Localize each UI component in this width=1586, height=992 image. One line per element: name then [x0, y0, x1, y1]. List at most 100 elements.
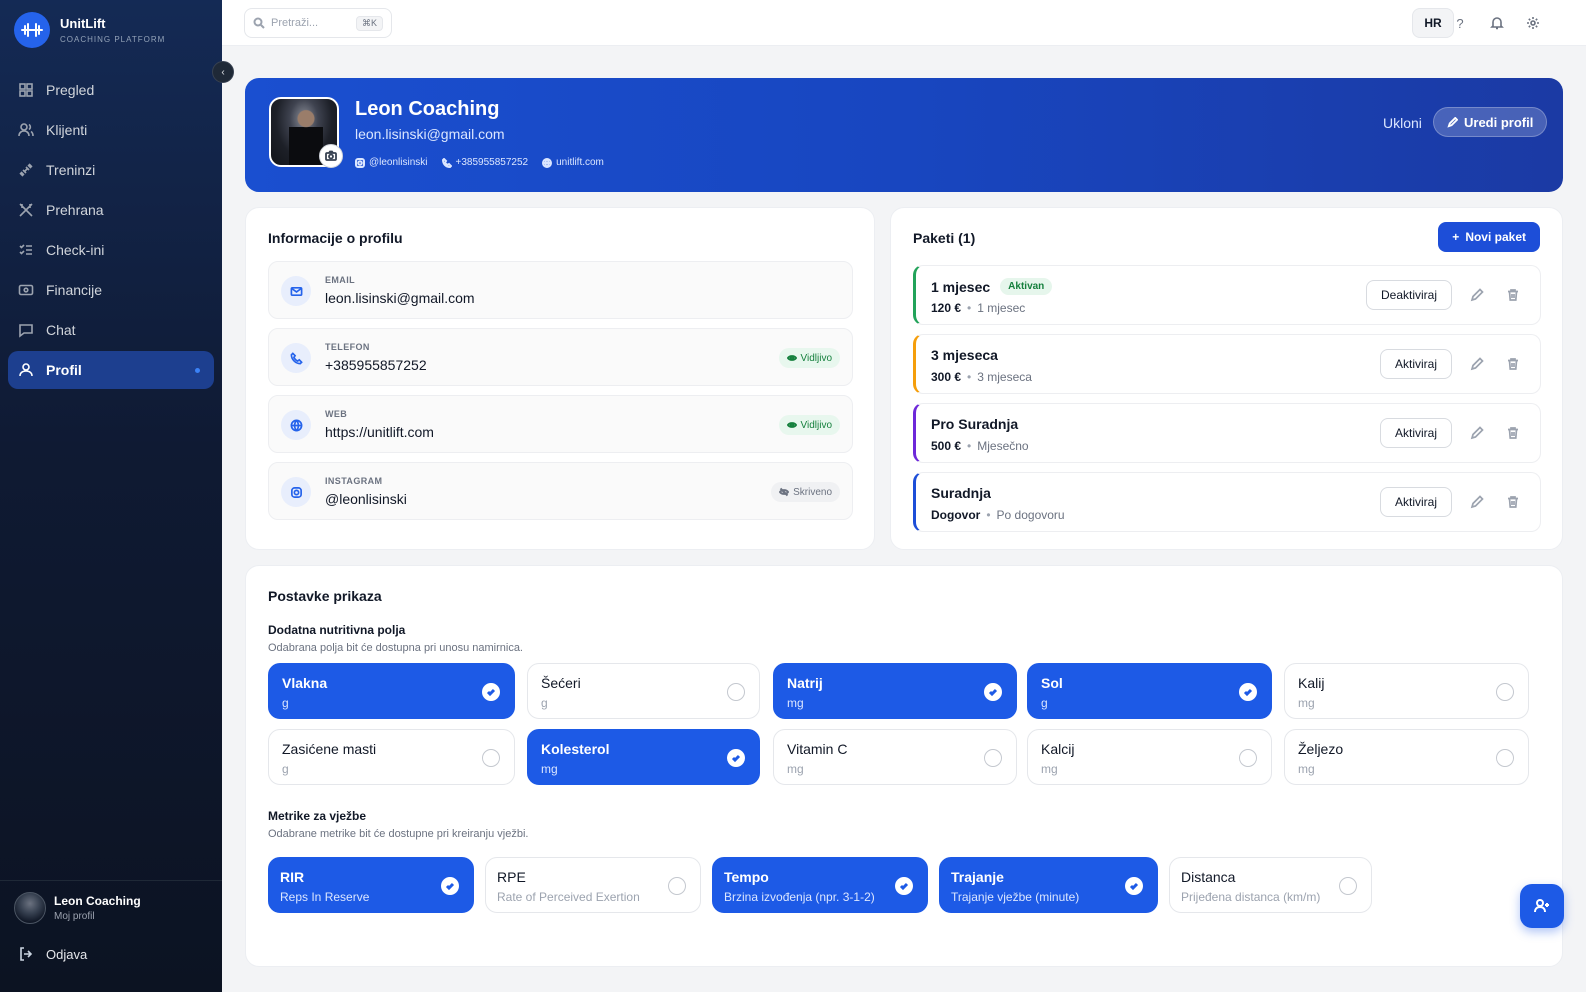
edit-package-button[interactable] — [1470, 495, 1484, 509]
nutrition-option-sol[interactable]: Sol g — [1027, 663, 1272, 719]
info-row-instagram[interactable]: INSTAGRAM @leonlisinski Skriveno — [268, 462, 853, 520]
metric-option-rpe[interactable]: RPE Rate of Perceived Exertion — [485, 857, 701, 913]
pencil-icon — [1470, 495, 1484, 509]
metric-option-distanca[interactable]: Distanca Prijeđena distanca (km/m) — [1169, 857, 1372, 913]
language-button[interactable]: HR — [1412, 8, 1454, 38]
metric-option-rir[interactable]: RIR Reps In Reserve — [268, 857, 474, 913]
nutrition-option-vitamin-c[interactable]: Vitamin C mg — [773, 729, 1017, 785]
separator-dot: • — [967, 301, 972, 315]
edit-package-button[interactable] — [1470, 426, 1484, 440]
checkbox[interactable] — [1239, 683, 1257, 701]
checkbox[interactable] — [441, 877, 459, 895]
activate-button[interactable]: Aktiviraj — [1379, 349, 1452, 379]
nutrition-option-kolesterol[interactable]: Kolesterol mg — [527, 729, 760, 785]
topbar: Pretraži... ⌘K HR ? — [222, 0, 1586, 46]
activate-button[interactable]: Aktiviraj — [1379, 487, 1452, 517]
delete-package-button[interactable] — [1506, 288, 1520, 302]
nutrition-option-kalcij[interactable]: Kalcij mg — [1027, 729, 1272, 785]
option-unit: Rate of Perceived Exertion — [497, 890, 640, 904]
package-price: 120 € — [931, 301, 962, 315]
deactivate-button[interactable]: Deaktiviraj — [1365, 280, 1452, 310]
option-unit: Prijeđena distanca (km/m) — [1181, 890, 1321, 904]
info-row-email[interactable]: EMAIL leon.lisinski@gmail.com — [268, 261, 853, 319]
visibility-toggle[interactable]: Vidljivo — [778, 348, 840, 368]
checkbox[interactable] — [1496, 683, 1514, 701]
option-name: Šećeri — [541, 675, 581, 691]
package-row[interactable]: 1 mjesec Aktivan 120 € • 1 mjesec Deaktivir… — [913, 265, 1541, 325]
new-package-button[interactable]: + Novi paket — [1438, 222, 1540, 252]
sidebar-item-chat[interactable]: Chat — [8, 311, 214, 349]
logout-button[interactable]: Odjava — [18, 946, 87, 962]
collapse-sidebar-button[interactable]: ‹ — [212, 61, 234, 83]
edit-package-button[interactable] — [1470, 288, 1484, 302]
checklist-icon — [19, 244, 32, 255]
nutrition-option-natrij[interactable]: Natrij mg — [773, 663, 1017, 719]
checkbox[interactable] — [668, 877, 686, 895]
checkbox[interactable] — [984, 749, 1002, 767]
package-row[interactable]: Pro Suradnja 500 € • Mjesečno Aktiviraj — [913, 403, 1541, 463]
sidebar-item-prehrana[interactable]: Prehrana — [8, 191, 214, 229]
search-icon — [253, 17, 265, 29]
delete-package-button[interactable] — [1506, 495, 1520, 509]
add-user-button[interactable] — [1520, 884, 1564, 928]
change-photo-button[interactable] — [319, 144, 343, 168]
edit-profile-button[interactable]: Uredi profil — [1433, 107, 1548, 137]
sidebar-item-profil[interactable]: Profil — [8, 351, 214, 389]
notifications-button[interactable] — [1488, 14, 1506, 32]
nutrition-option-vlakna[interactable]: Vlakna g — [268, 663, 515, 719]
chevron-left-icon: ‹ — [221, 66, 225, 78]
metric-option-tempo[interactable]: Tempo Brzina izvođenja (npr. 3-1-2) — [712, 857, 928, 913]
option-unit: g — [541, 696, 548, 710]
nutrition-option-kalij[interactable]: Kalij mg — [1284, 663, 1529, 719]
checkbox[interactable] — [1339, 877, 1357, 895]
pencil-icon — [1470, 288, 1484, 302]
checkbox[interactable] — [727, 749, 745, 767]
option-name: Natrij — [787, 675, 823, 691]
nutrition-option-zasicene-masti[interactable]: Zasićene masti g — [268, 729, 515, 785]
activate-button[interactable]: Aktiviraj — [1379, 418, 1452, 448]
metric-option-trajanje[interactable]: Trajanje Trajanje vježbe (minute) — [939, 857, 1158, 913]
help-button[interactable]: ? — [1451, 14, 1469, 32]
checkbox[interactable] — [482, 749, 500, 767]
nutrition-option-zeljezo[interactable]: Željezo mg — [1284, 729, 1529, 785]
package-row[interactable]: 3 mjeseca 300 € • 3 mjeseca Aktiviraj — [913, 334, 1541, 394]
checkbox[interactable] — [1239, 749, 1257, 767]
phone-icon — [281, 343, 311, 373]
info-row-web[interactable]: WEB https://unitlift.com Vidljivo — [268, 395, 853, 453]
visibility-toggle[interactable]: Skriveno — [771, 482, 840, 502]
checkbox[interactable] — [727, 683, 745, 701]
check-icon — [731, 754, 741, 763]
sidebar-item-financije[interactable]: Financije — [8, 271, 214, 309]
sidebar-item-treninzi[interactable]: Treninzi — [8, 151, 214, 189]
checkbox[interactable] — [1496, 749, 1514, 767]
sidebar-item-klijenti[interactable]: Klijenti — [8, 111, 214, 149]
sidebar-item-pregled[interactable]: Pregled — [8, 71, 214, 109]
trash-icon — [1508, 289, 1518, 301]
sidebar-nav: Pregled Klijenti Treninzi Prehrana Check… — [8, 71, 214, 391]
visibility-toggle[interactable]: Vidljivo — [778, 415, 840, 435]
checkbox[interactable] — [895, 877, 913, 895]
plus-icon: + — [1452, 230, 1460, 244]
edit-package-button[interactable] — [1470, 357, 1484, 371]
checkbox[interactable] — [482, 683, 500, 701]
profile-website[interactable]: unitlift.com — [542, 157, 604, 168]
settings-button[interactable] — [1524, 14, 1542, 32]
delete-package-button[interactable] — [1506, 426, 1520, 440]
mail-icon — [281, 276, 311, 306]
checkbox[interactable] — [984, 683, 1002, 701]
info-row-phone[interactable]: TELEFON +385955857252 Vidljivo — [268, 328, 853, 386]
profile-instagram[interactable]: @leonlisinski — [355, 157, 428, 168]
sidebar-item-check-ini[interactable]: Check-ini — [8, 231, 214, 269]
delete-package-button[interactable] — [1506, 357, 1520, 371]
search-input[interactable]: Pretraži... ⌘K — [244, 8, 392, 38]
nutrition-option-seceri[interactable]: Šećeri g — [527, 663, 760, 719]
checkbox[interactable] — [1125, 877, 1143, 895]
brand[interactable]: UnitLift COACHING PLATFORM — [14, 12, 165, 48]
profile-photo-figure — [289, 109, 323, 165]
sidebar: UnitLift COACHING PLATFORM Pregled Klije… — [0, 0, 222, 992]
check-icon — [445, 882, 455, 891]
package-row[interactable]: Suradnja Dogovor • Po dogovoru Aktiviraj — [913, 472, 1541, 532]
remove-button[interactable]: Ukloni — [1383, 115, 1422, 131]
profile-phone[interactable]: +385955857252 — [441, 157, 528, 168]
sidebar-user[interactable]: Leon Coaching Moj profil — [14, 892, 141, 924]
